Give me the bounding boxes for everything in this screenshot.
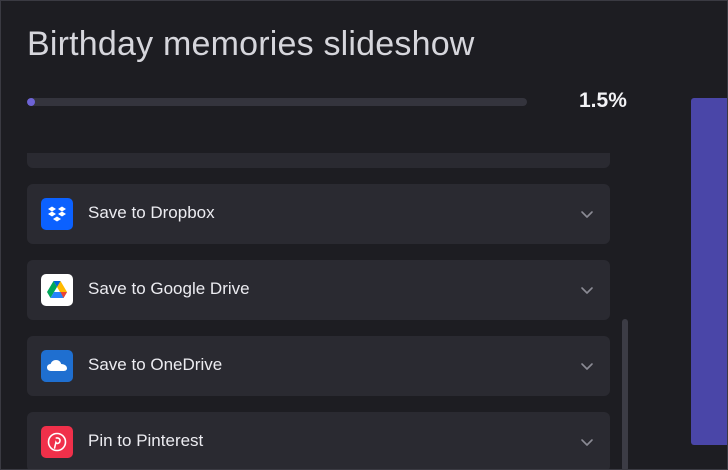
save-to-dropbox-option[interactable]: Save to Dropbox (27, 184, 610, 244)
progress-bar-fill (27, 98, 35, 106)
pinterest-icon (41, 426, 73, 458)
save-to-onedrive-option[interactable]: Save to OneDrive (27, 336, 610, 396)
side-preview-panel (691, 98, 727, 445)
google-drive-icon (41, 274, 73, 306)
export-progress-bar (27, 98, 527, 106)
option-label: Save to Dropbox (88, 203, 215, 222)
onedrive-icon (41, 350, 73, 382)
chevron-down-icon[interactable] (580, 283, 594, 297)
chevron-down-icon[interactable] (580, 435, 594, 449)
export-window: Birthday memories slideshow 1.5% Save to… (0, 0, 728, 470)
option-label: Save to Google Drive (88, 279, 250, 298)
progress-percentage: 1.5% (579, 89, 627, 112)
export-options-list: Save to Dropbox Save to Google Drive Sav… (27, 153, 611, 469)
chevron-down-icon[interactable] (580, 359, 594, 373)
dropbox-icon (41, 198, 73, 230)
list-item[interactable] (27, 153, 610, 168)
list-scrollbar[interactable] (622, 319, 628, 469)
chevron-down-icon[interactable] (580, 207, 594, 221)
option-label: Pin to Pinterest (88, 431, 204, 450)
option-label: Save to OneDrive (88, 355, 223, 374)
save-to-google-drive-option[interactable]: Save to Google Drive (27, 260, 610, 320)
pin-to-pinterest-option[interactable]: Pin to Pinterest (27, 412, 610, 469)
page-title: Birthday memories slideshow (27, 25, 475, 63)
